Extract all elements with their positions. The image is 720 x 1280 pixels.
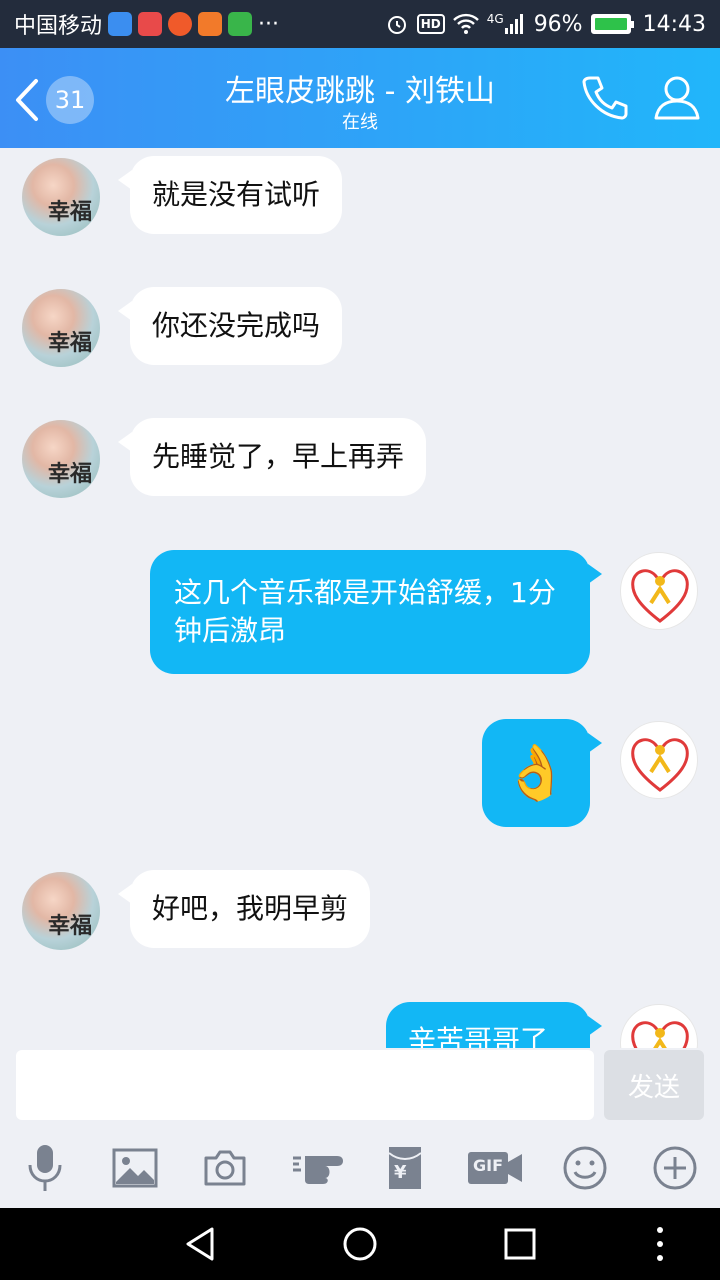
clock: 14:43 — [642, 11, 706, 37]
my-avatar[interactable] — [620, 552, 698, 630]
message-text: 好吧，我明早剪 — [152, 892, 349, 925]
heart-logo-icon — [631, 569, 689, 623]
signal-icon — [504, 14, 523, 34]
app-notification-icon — [108, 12, 133, 36]
image-button[interactable] — [110, 1142, 160, 1194]
contact-avatar[interactable]: 幸福 — [22, 158, 100, 236]
nav-back-button[interactable] — [180, 1224, 220, 1264]
message-bubble[interactable]: 就是没有试听 — [117, 156, 343, 234]
message-text: 先睡觉了，早上再弄 — [152, 440, 405, 473]
nav-home-button[interactable] — [340, 1224, 380, 1264]
status-bar: 中国移动 ··· HD 4G 96% 14:43 — [0, 0, 720, 48]
phone-call-icon[interactable] — [580, 72, 630, 122]
more-notifications-icon: ··· — [258, 11, 279, 37]
nav-recents-button[interactable] — [500, 1224, 540, 1264]
heart-logo-icon — [631, 738, 689, 792]
message-bubble[interactable]: 辛苦哥哥了 — [386, 1002, 602, 1048]
message-list[interactable]: 幸福 就是没有试听 幸福 你还没完成吗 幸福 先睡觉了，早上再弄 这几个音乐都是… — [0, 148, 720, 1048]
ok-hand-emoji: 👌 — [502, 741, 570, 804]
tencent-video-icon — [228, 12, 253, 36]
message-bubble[interactable]: 这几个音乐都是开始舒缓，1分钟后激昂 — [150, 550, 602, 674]
plus-circle-icon — [653, 1146, 697, 1190]
contact-avatar[interactable]: 幸福 — [22, 872, 100, 950]
yen-symbol: ¥ — [394, 1162, 407, 1183]
play-app-icon — [198, 12, 223, 36]
avatar-caption: 幸福 — [48, 461, 93, 487]
microphone-icon — [28, 1145, 62, 1191]
smiley-icon — [563, 1146, 607, 1190]
composer: 发送 — [0, 1048, 720, 1128]
contact-avatar[interactable]: 幸福 — [22, 420, 100, 498]
message-bubble[interactable]: 👌 — [482, 719, 602, 827]
camera-icon — [204, 1150, 246, 1186]
message-bubble[interactable]: 你还没完成吗 — [117, 287, 343, 365]
avatar-caption: 幸福 — [48, 913, 93, 939]
profile-icon[interactable] — [652, 72, 702, 122]
poke-button[interactable] — [290, 1142, 350, 1194]
message-text: 你还没完成吗 — [152, 309, 321, 342]
more-vertical-icon — [657, 1227, 663, 1261]
emoji-button[interactable] — [560, 1142, 610, 1194]
message-bubble[interactable]: 先睡觉了，早上再弄 — [117, 418, 427, 496]
chat-header: 31 左眼皮跳跳 - 刘铁山 在线 — [0, 48, 720, 148]
circle-home-icon — [343, 1227, 377, 1261]
message-input[interactable] — [16, 1050, 594, 1120]
video-app-icon — [168, 12, 193, 36]
avatar-caption: 幸福 — [48, 330, 93, 356]
heart-logo-icon — [631, 1021, 689, 1048]
message-text: 辛苦哥哥了 — [408, 1024, 549, 1048]
pointing-hand-icon — [293, 1156, 343, 1184]
wifi-icon — [452, 13, 479, 34]
square-recents-icon — [504, 1228, 536, 1260]
my-avatar[interactable] — [620, 1004, 698, 1048]
nav-menu-button[interactable] — [640, 1224, 680, 1264]
contact-avatar[interactable]: 幸福 — [22, 289, 100, 367]
triangle-back-icon — [186, 1227, 214, 1261]
battery-percent: 96% — [533, 11, 583, 37]
image-icon — [112, 1148, 158, 1188]
camera-button[interactable] — [200, 1142, 250, 1194]
hd-icon: HD — [416, 14, 445, 34]
alarm-icon — [387, 16, 406, 34]
message-text: 这几个音乐都是开始舒缓，1分钟后激昂 — [174, 576, 556, 647]
composer-toolbar: ¥ GIF — [0, 1128, 720, 1208]
send-button[interactable]: 发送 — [604, 1050, 704, 1120]
gif-label: GIF — [473, 1156, 504, 1175]
avatar-caption: 幸福 — [48, 199, 93, 225]
system-navigation-bar — [0, 1208, 720, 1280]
network-type-label: 4G — [486, 12, 504, 26]
voice-button[interactable] — [20, 1142, 70, 1194]
more-button[interactable] — [650, 1142, 700, 1194]
app-notification-icon — [138, 12, 163, 36]
carrier-label: 中国移动 — [14, 14, 103, 39]
battery-icon — [590, 14, 634, 34]
my-avatar[interactable] — [620, 721, 698, 799]
red-packet-button[interactable]: ¥ — [380, 1142, 430, 1194]
message-bubble[interactable]: 好吧，我明早剪 — [117, 870, 371, 948]
gif-button[interactable]: GIF — [466, 1142, 524, 1194]
message-text: 就是没有试听 — [152, 178, 321, 211]
